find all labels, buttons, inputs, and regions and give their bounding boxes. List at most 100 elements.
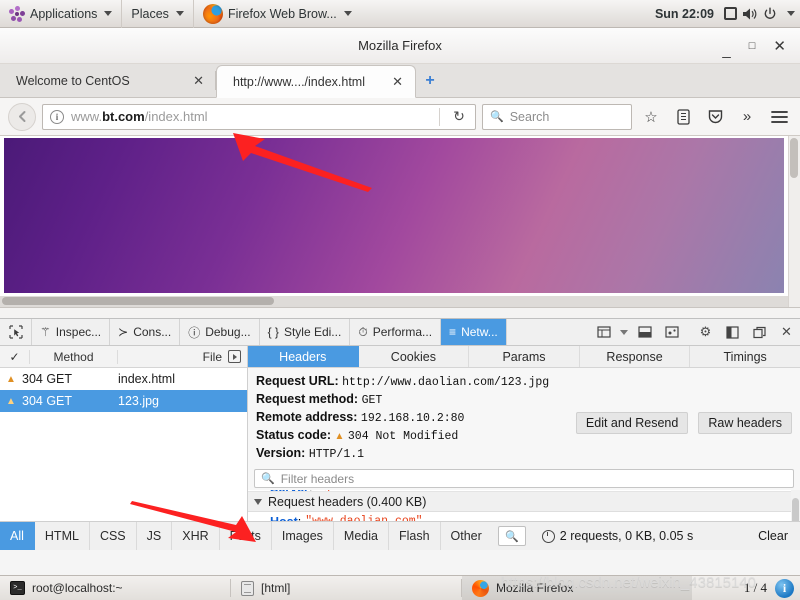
- close-window-button[interactable]: ✕: [773, 39, 786, 54]
- info-badge-icon[interactable]: i: [775, 578, 794, 598]
- tab-network[interactable]: ≡ Netw...: [441, 319, 507, 345]
- site-info-icon[interactable]: i: [50, 109, 64, 124]
- close-devtools-icon[interactable]: ✕: [773, 324, 800, 340]
- taskbar-item-label: [html]: [261, 581, 291, 595]
- back-button[interactable]: [8, 102, 36, 131]
- tab-cookies[interactable]: Cookies: [359, 346, 470, 367]
- clear-requests-button[interactable]: Clear: [746, 522, 800, 550]
- hamburger-menu-icon[interactable]: [766, 104, 792, 130]
- library-icon[interactable]: [670, 104, 696, 130]
- tab-index-html[interactable]: http://www..../index.html ✕: [216, 65, 416, 98]
- summary-actions: Edit and Resend Raw headers: [575, 412, 792, 434]
- pocket-icon[interactable]: [702, 104, 728, 130]
- url-bar[interactable]: i www.bt.com/index.html ↻: [42, 103, 476, 130]
- taskbar-item-firefox[interactable]: Mozilla Firefox: [462, 575, 692, 600]
- page-horizontal-scrollbar[interactable]: [0, 296, 788, 307]
- settings-gear-icon[interactable]: ⚙: [692, 324, 719, 340]
- warning-triangle-icon: ▲: [334, 431, 345, 442]
- system-menu-chevron-icon[interactable]: [780, 4, 800, 24]
- applications-menu[interactable]: Applications: [0, 0, 121, 28]
- headers-vertical-scroll-thumb[interactable]: [792, 498, 799, 521]
- dock-side-icon[interactable]: [719, 325, 746, 339]
- tab-response[interactable]: Response: [580, 346, 691, 367]
- headers-vertical-scrollbar[interactable]: [791, 490, 800, 521]
- page-horizontal-scroll-thumb[interactable]: [2, 297, 274, 305]
- column-options-icon[interactable]: [228, 350, 241, 363]
- filter-headers-placeholder: Filter headers: [280, 471, 355, 486]
- column-header-check[interactable]: ✓: [0, 349, 30, 364]
- dock-window-icon[interactable]: [746, 326, 773, 339]
- filter-flash[interactable]: Flash: [389, 522, 441, 550]
- request-details-panel: Headers Cookies Params Response Timings …: [248, 346, 800, 521]
- header-row-host[interactable]: Host: "www.daolian.com": [248, 512, 800, 521]
- column-header-method[interactable]: Method: [30, 349, 118, 364]
- table-row[interactable]: ▲ 304 GET index.html: [0, 368, 247, 390]
- filter-css[interactable]: CSS: [90, 522, 137, 550]
- reload-icon[interactable]: ↻: [447, 108, 471, 125]
- tab-performance[interactable]: ⏱ Performa...: [350, 319, 442, 345]
- url-divider: [439, 107, 440, 126]
- maximize-button[interactable]: □: [749, 40, 756, 52]
- page-vertical-scrollbar[interactable]: [788, 136, 800, 307]
- filter-fonts[interactable]: Fonts: [220, 522, 272, 550]
- page-vertical-scroll-thumb[interactable]: [790, 138, 798, 178]
- network-summary-stats: 2 requests, 0 KB, 0.05 s: [559, 529, 694, 543]
- screenshot-icon[interactable]: [658, 325, 685, 339]
- volume-icon[interactable]: [740, 4, 760, 24]
- workspace-page-indicator[interactable]: 1 / 4: [744, 580, 767, 596]
- console-icon: ≻: [118, 325, 129, 339]
- minimize-button[interactable]: _: [722, 43, 730, 58]
- firefox-window-menu[interactable]: Firefox Web Brow...: [192, 0, 361, 28]
- element-picker-icon[interactable]: [0, 319, 32, 345]
- tab-label: Netw...: [461, 325, 498, 339]
- devtools-body: ✓ Method File ▲ 304 GET index.html ▲ 304…: [0, 346, 800, 521]
- panel-clock[interactable]: Sun 22:09: [649, 7, 720, 21]
- new-tab-button[interactable]: +: [416, 64, 444, 97]
- bookmark-star-icon[interactable]: ☆: [638, 104, 664, 130]
- column-header-file[interactable]: File: [203, 350, 222, 364]
- table-row[interactable]: ▲ 304 GET 123.jpg: [0, 390, 247, 412]
- taskbar-item-terminal[interactable]: >_ root@localhost:~: [0, 576, 230, 600]
- filter-xhr[interactable]: XHR: [172, 522, 220, 550]
- tab-close-icon[interactable]: ✕: [193, 74, 204, 87]
- power-icon[interactable]: [760, 4, 780, 24]
- tab-label: Style Edi...: [283, 325, 342, 339]
- tab-inspector[interactable]: ⚚ Inspec...: [32, 319, 111, 345]
- summary-label: Request URL:: [256, 374, 339, 388]
- split-console-icon[interactable]: [631, 325, 658, 339]
- search-bar[interactable]: 🔍 Search: [482, 103, 632, 130]
- screen-icon[interactable]: [720, 4, 740, 24]
- filter-js[interactable]: JS: [137, 522, 173, 550]
- filter-other[interactable]: Other: [441, 522, 492, 550]
- raw-headers-button[interactable]: Raw headers: [698, 412, 792, 434]
- header-group-request-headers[interactable]: Request headers (0.400 KB): [248, 492, 800, 512]
- edit-and-resend-button[interactable]: Edit and Resend: [575, 412, 689, 434]
- style-editor-icon: { }: [267, 325, 279, 339]
- tab-timings[interactable]: Timings: [690, 346, 800, 367]
- page-content-area: [0, 136, 800, 308]
- filter-search-icon[interactable]: 🔍: [497, 526, 526, 546]
- chevron-down-icon: [104, 11, 113, 16]
- taskbar-item-label: root@localhost:~: [32, 581, 123, 595]
- places-menu[interactable]: Places: [121, 0, 193, 28]
- tab-debugger[interactable]: ⓘ Debug...: [180, 319, 260, 345]
- tab-style-editor[interactable]: { } Style Edi...: [260, 319, 351, 345]
- tab-label: Inspec...: [55, 325, 102, 339]
- filter-images[interactable]: Images: [272, 522, 334, 550]
- summary-request-url: Request URL: http://www.daolian.com/123.…: [256, 373, 792, 391]
- tab-headers[interactable]: Headers: [248, 346, 359, 367]
- filter-all[interactable]: All: [0, 522, 35, 550]
- tab-close-icon[interactable]: ✕: [392, 75, 403, 88]
- tab-params[interactable]: Params: [469, 346, 580, 367]
- taskbar-item-html[interactable]: [html]: [231, 576, 461, 600]
- header-group-label: Request headers (0.400 KB): [268, 494, 427, 509]
- filter-headers-input[interactable]: 🔍 Filter headers: [254, 469, 794, 488]
- filter-html[interactable]: HTML: [35, 522, 90, 550]
- url-text: www.bt.com/index.html: [71, 109, 432, 124]
- tab-console[interactable]: ≻ Cons...: [110, 319, 181, 345]
- filter-media[interactable]: Media: [334, 522, 389, 550]
- responsive-design-icon[interactable]: [590, 325, 617, 339]
- tab-welcome-to-centos[interactable]: Welcome to CentOS ✕: [0, 64, 216, 97]
- responsive-chevron-icon[interactable]: [617, 329, 631, 335]
- overflow-chevron-icon[interactable]: »: [734, 104, 760, 130]
